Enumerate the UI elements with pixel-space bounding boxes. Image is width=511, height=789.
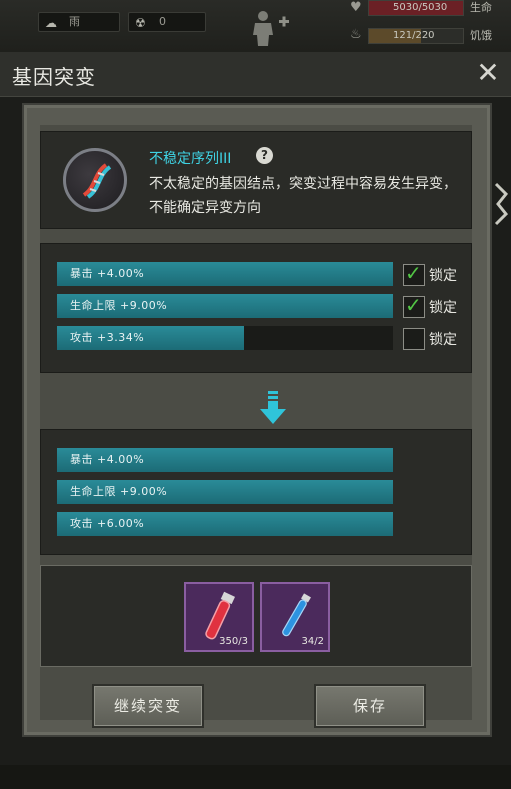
gene-info-panel: 不稳定序列III ? 不太稳定的基因结点，突变过程中容易发生异变，不能确定异变方…: [40, 131, 472, 229]
save-button[interactable]: 保存: [314, 684, 426, 728]
current-attributes-panel: 暴击 +4.00% ✓ 锁定 生命上限 +9.00% ✓ 锁定 攻击 +3.34…: [40, 243, 472, 373]
attribute-label: 暴击 +4.00%: [70, 453, 145, 466]
hunger-label: 饥饿: [470, 29, 492, 42]
weather-indicator: ☁ 雨: [38, 12, 120, 32]
heart-icon: ♥: [350, 0, 362, 15]
help-icon[interactable]: ?: [256, 147, 273, 164]
red-serum-slot[interactable]: 350/3: [184, 582, 254, 652]
current-attribute-bar: 生命上限 +9.00%: [57, 294, 393, 318]
attribute-label: 暴击 +4.00%: [70, 267, 145, 280]
attribute-label: 攻击 +6.00%: [70, 517, 145, 530]
dialog-content: 不稳定序列III ? 不太稳定的基因结点，突变过程中容易发生异变，不能确定异变方…: [40, 125, 472, 728]
dialog-header: 基因突变 ✕: [0, 52, 511, 97]
blue-serum-slot[interactable]: 34/2: [260, 582, 330, 652]
close-icon: ✕: [476, 56, 500, 89]
material-count: 350/3: [219, 636, 248, 647]
attribute-label: 生命上限 +9.00%: [70, 485, 168, 498]
hunger-bar: 121/220: [368, 28, 464, 44]
dna-icon: [63, 148, 127, 212]
lock-checkbox[interactable]: ✓: [403, 293, 425, 318]
food-icon: ♨: [350, 27, 362, 42]
material-count: 34/2: [301, 636, 324, 647]
gene-name: 不稳定序列III: [149, 151, 232, 167]
lock-checkbox[interactable]: ✓: [403, 328, 425, 350]
health-value: 5030/5030: [393, 2, 448, 13]
close-button[interactable]: ✕: [473, 58, 503, 88]
materials-panel: 350/3 34/2: [40, 565, 472, 667]
side-edge-decoration: [494, 182, 509, 226]
new-attribute-bar: 生命上限 +9.00%: [57, 480, 393, 504]
dialog-title: 基因突变: [12, 65, 96, 89]
gene-description: 不太稳定的基因结点，突变过程中容易发生异变，不能确定异变方向: [149, 176, 457, 216]
lock-label[interactable]: 锁定: [429, 297, 457, 317]
bottom-bar: [0, 765, 511, 789]
current-attribute-bar: 暴击 +4.00%: [57, 262, 393, 286]
status-bar: ☁ 雨 ☢ 0 ♥ 5030/5030 生命 ♨ 121/220 饥饿: [0, 0, 511, 52]
radiation-indicator: ☢ 0: [128, 12, 206, 32]
current-attribute-bar: 攻击 +3.34%: [57, 326, 393, 350]
radiation-value: 0: [159, 15, 166, 28]
hunger-value: 121/220: [393, 30, 435, 41]
mutation-dialog: 不稳定序列III ? 不太稳定的基因结点，突变过程中容易发生异变，不能确定异变方…: [22, 103, 492, 737]
lock-label[interactable]: 锁定: [429, 329, 457, 349]
continue-mutation-button[interactable]: 继续突变: [92, 684, 204, 728]
attribute-label: 生命上限 +9.00%: [70, 299, 168, 312]
cloud-rain-icon: ☁: [45, 16, 57, 30]
body-status-icon[interactable]: [250, 10, 290, 46]
new-attribute-bar: 暴击 +4.00%: [57, 448, 393, 472]
new-attribute-bar: 攻击 +6.00%: [57, 512, 393, 536]
health-bar: 5030/5030: [368, 0, 464, 16]
checkmark-icon: ✓: [405, 261, 422, 285]
new-attributes-panel: 暴击 +4.00% 生命上限 +9.00% 攻击 +6.00%: [40, 429, 472, 555]
lock-checkbox[interactable]: ✓: [403, 261, 425, 286]
weather-text: 雨: [69, 15, 80, 28]
radiation-icon: ☢: [135, 16, 146, 30]
attribute-label: 攻击 +3.34%: [70, 331, 145, 344]
arrow-down-icon: [260, 391, 286, 424]
checkmark-icon: ✓: [405, 293, 422, 317]
health-label: 生命: [470, 1, 492, 14]
lock-label[interactable]: 锁定: [429, 265, 457, 285]
